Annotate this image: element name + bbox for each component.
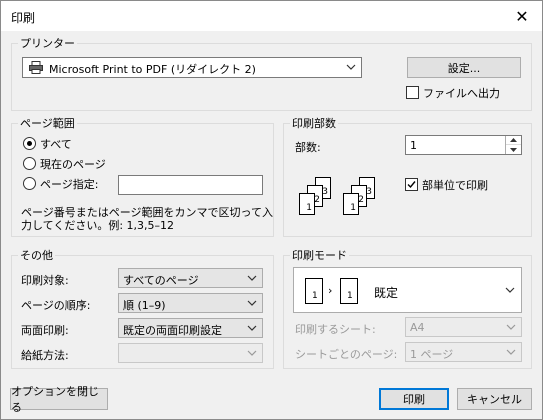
page-range-legend: ページ範囲 [20, 117, 75, 130]
chevron-down-icon [246, 296, 258, 310]
print-mode-legend: 印刷モード [292, 249, 347, 262]
page-order-label: ページの順序: [21, 299, 91, 312]
chevron-down-icon [505, 320, 517, 334]
copies-spinner[interactable]: 1 [405, 135, 522, 155]
print-mode-select[interactable]: 1 › 1 既定 [293, 267, 522, 313]
page-range-input[interactable] [118, 175, 263, 195]
page-range-hint-line2: 力してください。例: 1,3,5–12 [21, 219, 175, 232]
window-title: 印刷 [11, 11, 36, 25]
duplex-value: 既定の両面印刷設定 [123, 324, 222, 337]
spinner-buttons [505, 136, 521, 154]
close-icon[interactable]: ✕ [502, 1, 542, 31]
range-all-label: すべて [40, 138, 72, 151]
duplex-select[interactable]: 既定の両面印刷設定 [118, 318, 263, 338]
print-dialog: 印刷 ✕ プリンター Microsoft Print to PDF (リダイレク… [0, 0, 543, 420]
sheets-label: 印刷するシート: [295, 323, 376, 336]
page-order-select[interactable]: 順 (1–9) [118, 293, 263, 313]
print-mode-value: 既定 [374, 286, 399, 300]
cancel-button[interactable]: キャンセル [457, 388, 532, 410]
pages-per-sheet-label: シートごとのページ: [295, 348, 398, 361]
chevron-down-icon [345, 60, 357, 74]
collate-checkbox[interactable] [405, 178, 418, 191]
collate-page: 1 [343, 193, 359, 215]
range-current-radio[interactable] [23, 157, 36, 170]
collate-page: 1 [299, 193, 315, 215]
paper-source-select[interactable] [118, 343, 263, 363]
range-pages-radio[interactable] [23, 177, 36, 190]
print-target-select[interactable]: すべてのページ [118, 268, 263, 288]
print-button[interactable]: 印刷 [379, 388, 449, 410]
close-options-button[interactable]: オプションを閉じる [10, 385, 108, 414]
pages-per-sheet-select[interactable]: 1 ページ [405, 342, 522, 362]
copies-count-label: 部数: [295, 141, 321, 154]
mode-source-page-icon: 1 [305, 278, 323, 304]
print-target-value: すべてのページ [123, 274, 199, 287]
printer-name: Microsoft Print to PDF (リダイレクト 2) [49, 63, 256, 76]
chevron-down-icon [246, 321, 258, 335]
page-order-value: 順 (1–9) [123, 299, 166, 312]
copies-legend: 印刷部数 [292, 117, 336, 130]
collate-label: 部単位で印刷 [422, 179, 488, 192]
chevron-down-icon [504, 283, 516, 300]
print-to-file-label: ファイルへ出力 [423, 87, 500, 100]
printer-settings-button[interactable]: 設定... [407, 57, 521, 78]
printer-legend: プリンター [20, 37, 75, 50]
print-to-file-checkbox[interactable] [406, 86, 419, 99]
paper-source-label: 給紙方法: [21, 349, 69, 362]
mode-target-page-icon: 1 [340, 278, 358, 304]
copies-count-value: 1 [410, 139, 417, 152]
spin-down-icon[interactable] [506, 145, 521, 154]
copies-group: 印刷部数 [283, 115, 532, 237]
title-bar: 印刷 ✕ [1, 1, 542, 31]
spin-up-icon[interactable] [506, 136, 521, 145]
arrow-right-icon: › [328, 284, 333, 297]
printer-icon [29, 61, 43, 77]
duplex-label: 両面印刷: [21, 324, 69, 337]
chevron-down-icon [246, 346, 258, 360]
chevron-down-icon [505, 345, 517, 359]
print-target-label: 印刷対象: [21, 274, 69, 287]
range-all-radio[interactable] [23, 137, 36, 150]
range-current-label: 現在のページ [40, 158, 106, 171]
chevron-down-icon [246, 271, 258, 285]
range-pages-label: ページ指定: [40, 178, 99, 191]
sheets-value: A4 [410, 321, 425, 334]
other-legend: その他 [20, 249, 53, 262]
pages-per-sheet-value: 1 ページ [410, 348, 454, 361]
sheets-select[interactable]: A4 [405, 317, 522, 337]
printer-select[interactable]: Microsoft Print to PDF (リダイレクト 2) [22, 57, 362, 78]
